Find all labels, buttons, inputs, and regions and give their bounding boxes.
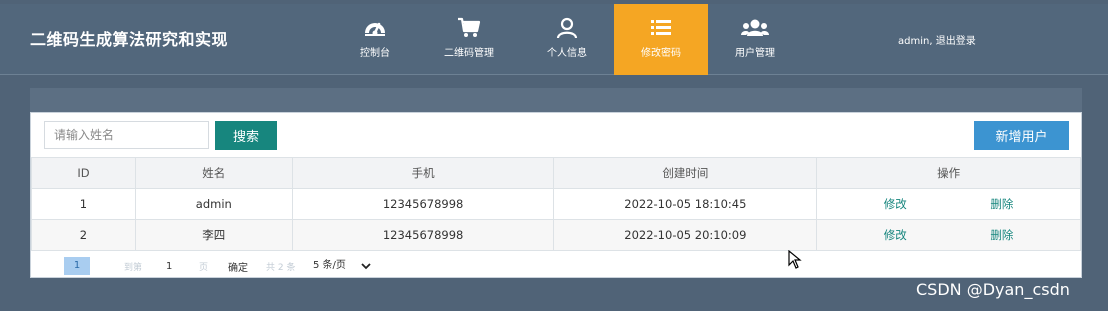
page-size-select[interactable]: 5 条/页	[307, 257, 377, 275]
nav-label-dashboard: 控制台	[360, 48, 390, 59]
mouse-cursor-icon	[788, 249, 804, 274]
nav-item-profile[interactable]: 个人信息	[520, 4, 614, 75]
page-unit-label: 页	[199, 263, 209, 273]
nav-item-user-management[interactable]: 用户管理	[708, 4, 802, 75]
cell-phone: 12345678998	[291, 188, 555, 220]
cell-phone: 12345678998	[291, 219, 555, 251]
users-icon	[708, 16, 802, 40]
next-page-button[interactable]: >	[104, 255, 115, 270]
cell-id: 1	[31, 188, 136, 220]
nav-item-change-password[interactable]: 修改密码	[614, 4, 708, 75]
user-logout-link[interactable]: admin, 退出登录	[898, 32, 976, 47]
user-icon	[520, 16, 614, 40]
page-number-current[interactable]: 1	[64, 257, 90, 275]
add-user-button[interactable]: 新增用户	[974, 121, 1069, 150]
edit-link[interactable]: 修改	[884, 196, 907, 212]
watermark: CSDN @Dyan_csdn	[916, 280, 1070, 299]
prev-page-button[interactable]: <	[44, 255, 55, 270]
nav-label-user-management: 用户管理	[735, 48, 775, 59]
cell-name: admin	[134, 188, 293, 220]
list-icon	[614, 16, 708, 40]
total-count: 共 2 条	[266, 263, 296, 273]
user-table: ID 姓名 手机 创建时间 操作 1 admin 12345678998 202…	[31, 157, 1081, 251]
page-size-value: 5 条/页	[313, 260, 346, 271]
top-navbar: 二维码生成算法研究和实现 控制台 二维码管理 个人信息 修改密码 用户管理 ad…	[0, 4, 1108, 75]
delete-link[interactable]: 删除	[990, 196, 1013, 212]
cell-name: 李四	[134, 219, 293, 251]
table-row: 1 admin 12345678998 2022-10-05 18:10:45 …	[31, 188, 1081, 220]
column-header-name: 姓名	[134, 157, 293, 189]
cell-created: 2022-10-05 20:10:09	[553, 219, 818, 251]
app-title: 二维码生成算法研究和实现	[30, 30, 229, 49]
goto-confirm-button[interactable]: 确定	[218, 257, 258, 275]
column-header-phone: 手机	[291, 157, 555, 189]
dashboard-icon	[328, 16, 422, 40]
nav-item-qrcode-management[interactable]: 二维码管理	[422, 4, 516, 75]
goto-page-input[interactable]	[154, 257, 188, 275]
chevron-down-icon	[361, 257, 371, 282]
goto-label: 到第	[124, 263, 143, 273]
edit-link[interactable]: 修改	[884, 227, 907, 243]
cart-icon	[422, 16, 516, 40]
nav-label-qrcode-management: 二维码管理	[444, 48, 494, 59]
nav-label-change-password: 修改密码	[641, 48, 681, 59]
table-header-row: ID 姓名 手机 创建时间 操作	[31, 157, 1081, 189]
cell-created: 2022-10-05 18:10:45	[553, 188, 818, 220]
table-row: 2 李四 12345678998 2022-10-05 20:10:09 修改 …	[31, 219, 1081, 251]
nav-item-dashboard[interactable]: 控制台	[328, 4, 422, 75]
nav-label-profile: 个人信息	[547, 48, 587, 59]
column-header-actions: 操作	[816, 157, 1081, 189]
content-area: 搜索 新增用户 ID 姓名 手机 创建时间 操作 1 admin 123456	[30, 88, 1082, 278]
column-header-created: 创建时间	[553, 157, 818, 189]
search-button[interactable]: 搜索	[215, 121, 277, 150]
delete-link[interactable]: 删除	[990, 227, 1013, 243]
cell-actions: 修改 删除	[816, 188, 1081, 220]
column-header-id: ID	[31, 157, 136, 189]
cell-actions: 修改 删除	[816, 219, 1081, 251]
cell-id: 2	[31, 219, 136, 251]
search-name-input[interactable]	[44, 121, 209, 149]
pagination: < 1 > 到第 页 确定 共 2 条 5 条/页	[30, 254, 1082, 278]
